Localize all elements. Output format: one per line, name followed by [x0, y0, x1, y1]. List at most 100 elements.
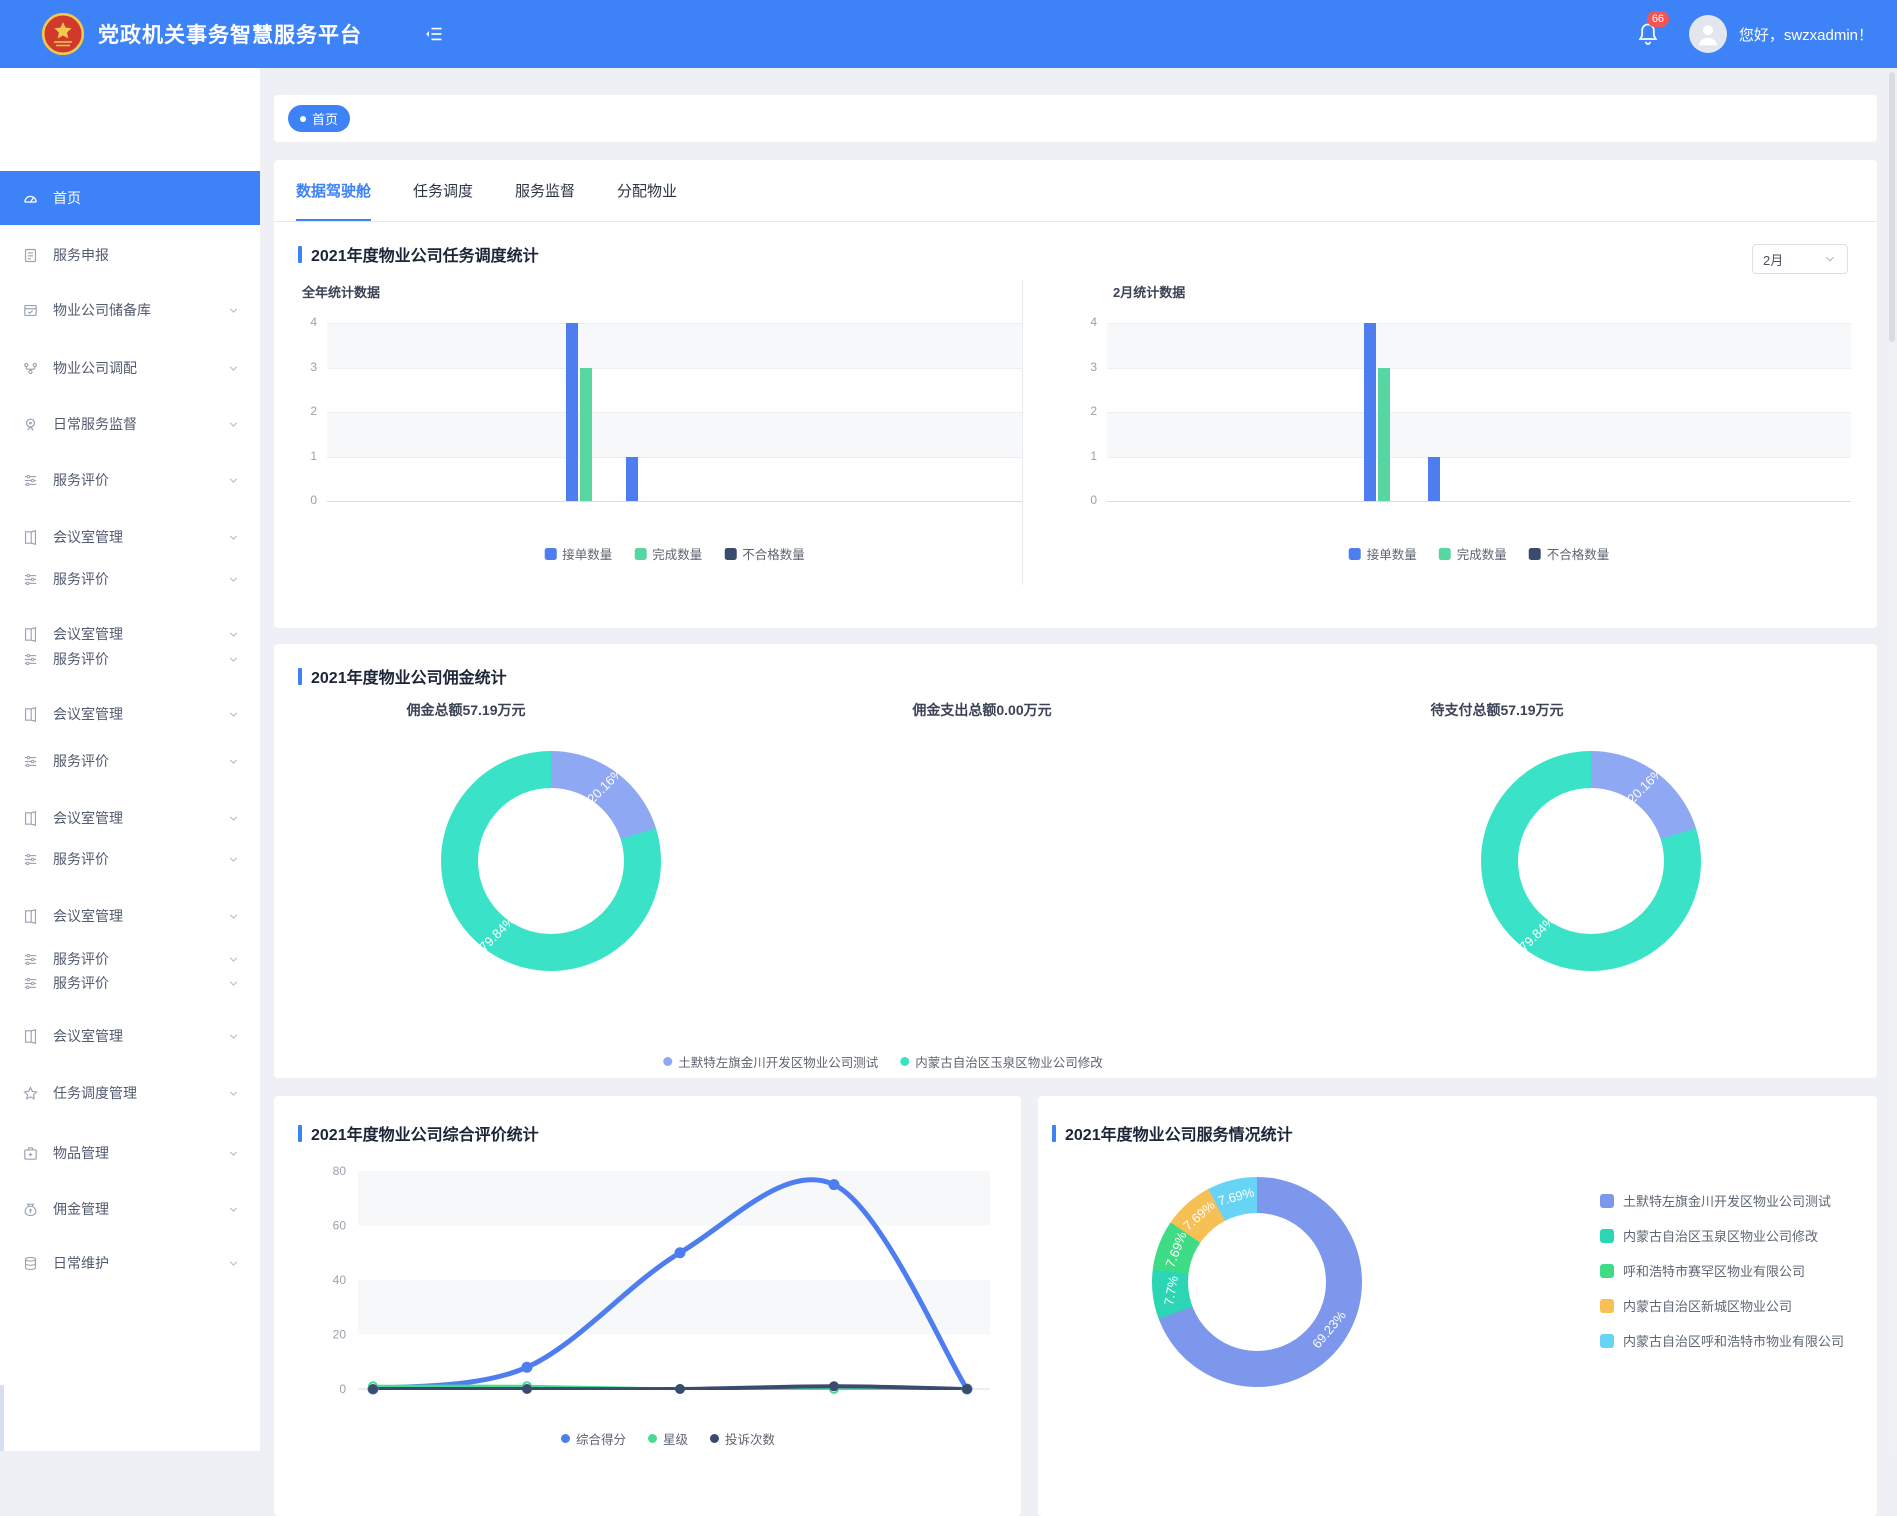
sidebar-item[interactable]: 会议室管理 [0, 896, 260, 936]
legend-item[interactable]: 土默特左旗金川开发区物业公司测试 [1600, 1183, 1844, 1218]
plot-band [1107, 323, 1851, 368]
sidebar-item-label: 会议室管理 [53, 1026, 123, 1046]
gridline [327, 412, 1022, 413]
chevron-down-icon [227, 1147, 240, 1160]
legend-item[interactable]: 接单数量 [1349, 544, 1417, 563]
sidebar-item[interactable]: 服务评价 [0, 639, 260, 679]
legend-label: 投诉次数 [725, 1429, 775, 1448]
chevron-down-icon [227, 418, 240, 431]
commission-unpaid-label: 待支付总额57.19万元 [1397, 700, 1597, 720]
legend-label: 呼和浩特市赛罕区物业有限公司 [1623, 1261, 1805, 1280]
sidebar-item[interactable]: 服务评价 [0, 741, 260, 781]
breadcrumb-label: 首页 [312, 109, 338, 128]
commission-total-label: 佣金总额57.19万元 [366, 700, 566, 720]
legend-swatch [1600, 1264, 1614, 1278]
legend-item[interactable]: 完成数量 [634, 544, 702, 563]
section-title-service: 2021年度物业公司服务情况统计 [1052, 1121, 1293, 1145]
legend-swatch [634, 548, 646, 560]
y-axis-label: 2 [1065, 404, 1097, 418]
sidebar-item[interactable]: 日常维护 [0, 1243, 260, 1283]
chart-subtitle: 2月统计数据 [1113, 282, 1185, 301]
legend-item[interactable]: 综合得分 [561, 1429, 626, 1448]
legend-item[interactable]: 接单数量 [544, 544, 612, 563]
breadcrumb[interactable]: 首页 [288, 105, 350, 132]
purse-icon [22, 1201, 39, 1218]
sidebar-item[interactable]: 物品管理 [0, 1133, 260, 1173]
sidebar-item[interactable]: 服务评价 [0, 963, 260, 1003]
sidebar-item[interactable]: 任务调度管理 [0, 1073, 260, 1113]
sidebar-item[interactable]: 服务评价 [0, 559, 260, 599]
legend-item[interactable]: 不合格数量 [1529, 544, 1610, 563]
page-scrollbar[interactable] [1887, 68, 1897, 1451]
sidebar-item[interactable]: 物业公司调配 [0, 348, 260, 388]
legend-swatch [1439, 548, 1451, 560]
sidebar-item-label: 服务申报 [53, 245, 109, 265]
sidebar-item[interactable]: 物业公司储备库 [0, 290, 260, 330]
sidebar-item-label: 服务评价 [53, 751, 109, 771]
legend-item[interactable]: 呼和浩特市赛罕区物业有限公司 [1600, 1253, 1844, 1288]
sidebar-item[interactable]: 会议室管理 [0, 694, 260, 734]
gridline [1107, 323, 1851, 324]
stack-icon [22, 1255, 39, 1272]
legend-item[interactable]: 不合格数量 [724, 544, 805, 563]
legend-swatch [1600, 1229, 1614, 1243]
legend-item[interactable]: 内蒙古自治区玉泉区物业公司修改 [1600, 1218, 1844, 1253]
tab-data-cockpit[interactable]: 数据驾驶舱 [296, 160, 371, 221]
sidebar-scrollbar[interactable] [0, 1385, 4, 1451]
legend-item[interactable]: 土默特左旗金川开发区物业公司测试 [663, 1052, 878, 1071]
chart-legend: 综合得分 星级 投诉次数 [550, 1429, 786, 1448]
sidebar-item[interactable]: 服务评价 [0, 839, 260, 879]
task-statistics-card: 数据驾驶舱 任务调度 服务监督 分配物业 2021年度物业公司任务调度统计 2月… [274, 160, 1877, 628]
sidebar-item-label: 物品管理 [53, 1143, 109, 1163]
task-chart-year: 全年统计数据43210接单数量完成数量不合格数量 [274, 160, 1877, 628]
section-title-commission: 2021年度物业公司佣金统计 [298, 664, 507, 688]
tab-service-supervision[interactable]: 服务监督 [515, 160, 575, 221]
sidebar-item[interactable]: 服务申报 [0, 235, 260, 275]
commission-paid-label: 佣金支出总额0.00万元 [882, 700, 1082, 720]
sliders-icon [22, 472, 39, 489]
scrollbar-thumb[interactable] [1889, 72, 1895, 342]
y-axis-label: 1 [1065, 449, 1097, 463]
legend-label: 内蒙古自治区玉泉区物业公司修改 [1623, 1226, 1818, 1245]
chevron-down-icon [227, 1257, 240, 1270]
sidebar-item[interactable]: 佣金管理 [0, 1189, 260, 1229]
sidebar-item[interactable]: 会议室管理 [0, 517, 260, 557]
evaluation-statistics-card: 2021年度物业公司综合评价统计 020406080 综合得分星级投诉次数 [274, 1096, 1021, 1516]
legend-item[interactable]: 完成数量 [1439, 544, 1507, 563]
sidebar-item[interactable]: 首页 [0, 171, 260, 225]
sidebar-item-label: 首页 [53, 188, 81, 208]
legend-item[interactable]: 投诉次数 [710, 1429, 775, 1448]
door-icon [22, 706, 39, 723]
svg-text:40: 40 [333, 1273, 347, 1287]
legend-item[interactable]: 内蒙古自治区新城区物业公司 [1600, 1288, 1844, 1323]
sidebar-item[interactable]: 会议室管理 [0, 1016, 260, 1056]
sidebar: 首页服务申报物业公司储备库物业公司调配日常服务监督服务评价会议室管理服务评价会议… [0, 68, 260, 1451]
gridline [1107, 412, 1851, 413]
avatar[interactable] [1689, 15, 1727, 53]
legend-item[interactable]: 内蒙古自治区玉泉区物业公司修改 [900, 1052, 1103, 1071]
sidebar-item[interactable]: 日常服务监督 [0, 404, 260, 444]
sidebar-item[interactable]: 服务评价 [0, 460, 260, 500]
chevron-down-icon [227, 362, 240, 375]
breadcrumb-dot [300, 116, 306, 122]
menu-fold-icon[interactable] [424, 24, 444, 44]
commission-total-donut: 20.16%79.84% [441, 751, 661, 971]
chevron-down-icon [227, 573, 240, 586]
x-axis-line [327, 501, 1022, 502]
x-axis-line [1107, 501, 1851, 502]
tab-task-dispatch[interactable]: 任务调度 [413, 160, 473, 221]
sidebar-item[interactable]: 会议室管理 [0, 798, 260, 838]
gridline [1107, 501, 1851, 502]
door-icon [22, 1028, 39, 1045]
sliders-icon [22, 651, 39, 668]
y-axis-label: 0 [285, 493, 317, 507]
chevron-down-icon [227, 1030, 240, 1043]
month-select[interactable]: 2月 [1752, 244, 1848, 274]
tab-assign-property[interactable]: 分配物业 [617, 160, 677, 221]
legend-item[interactable]: 内蒙古自治区呼和浩特市物业有限公司 [1600, 1323, 1844, 1358]
sidebar-item-label: 会议室管理 [53, 527, 123, 547]
gauge-icon [22, 190, 39, 207]
legend-item[interactable]: 星级 [648, 1429, 688, 1448]
task-chart-month: 2月统计数据43210接单数量完成数量不合格数量 [274, 160, 1877, 628]
notifications-button[interactable]: 66 [1635, 21, 1661, 47]
